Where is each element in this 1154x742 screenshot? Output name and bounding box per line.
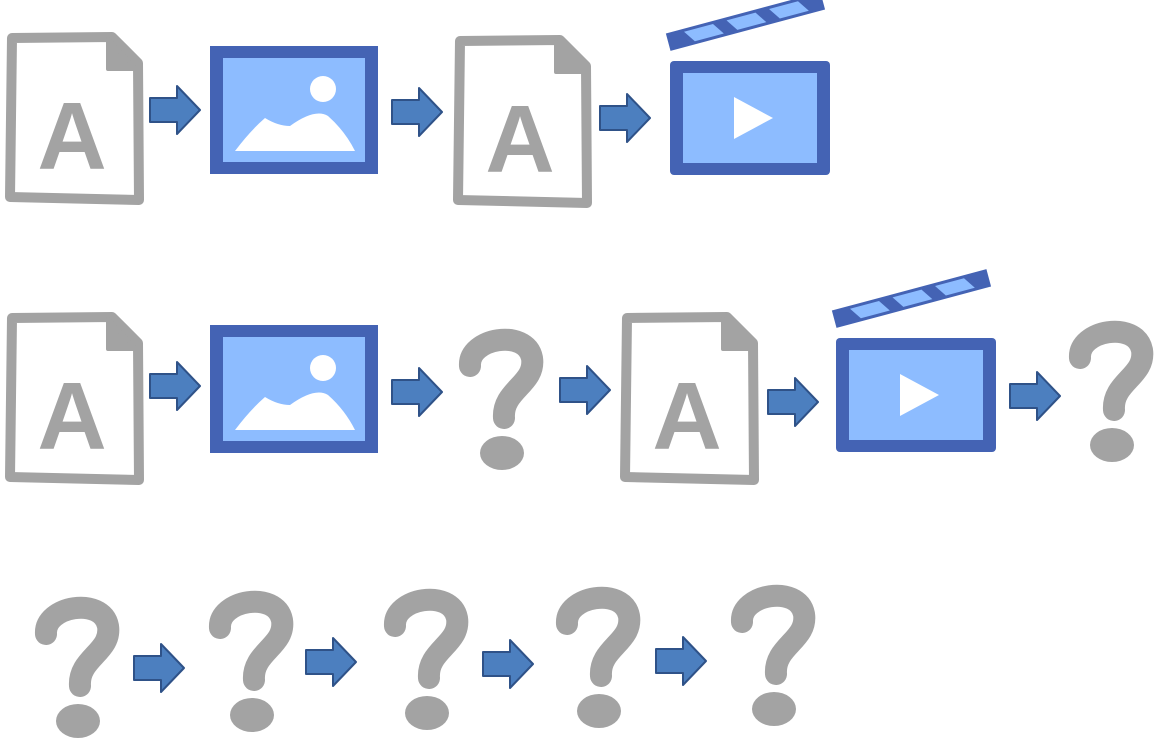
video-clapperboard-icon — [831, 269, 996, 452]
right-arrow-icon — [133, 643, 185, 693]
image-icon — [210, 46, 378, 174]
document-letter: A — [37, 83, 106, 190]
right-arrow-icon — [599, 93, 651, 143]
sequence-row-1: AA — [5, 0, 830, 208]
right-arrow-icon — [149, 85, 201, 135]
right-arrow-icon — [391, 367, 443, 417]
text-document-icon: A — [453, 35, 592, 208]
question-mark-icon — [35, 596, 120, 738]
right-arrow-icon — [391, 87, 443, 137]
right-arrow-icon — [655, 636, 707, 686]
question-mark-icon — [459, 328, 544, 470]
right-arrow-icon — [305, 637, 357, 687]
right-arrow-icon — [559, 365, 611, 415]
image-icon — [210, 325, 378, 453]
right-arrow-icon — [149, 361, 201, 411]
question-mark-icon — [731, 584, 816, 726]
text-document-icon: A — [620, 312, 759, 485]
question-mark-icon — [384, 588, 469, 730]
sequence-row-2: AA — [5, 269, 1154, 485]
document-letter: A — [37, 363, 106, 470]
right-arrow-icon — [482, 639, 534, 689]
right-arrow-icon — [767, 377, 819, 427]
document-letter: A — [652, 363, 721, 470]
question-mark-icon — [209, 590, 294, 732]
video-clapperboard-icon — [665, 0, 830, 175]
modality-sequence-diagram: A AA A — [5, 0, 1154, 738]
right-arrow-icon — [1009, 371, 1061, 421]
text-document-icon: A — [5, 32, 144, 205]
document-letter: A — [485, 86, 554, 193]
sequence-row-3 — [35, 584, 816, 738]
question-mark-icon — [1069, 320, 1154, 462]
question-mark-icon — [556, 586, 641, 728]
text-document-icon: A — [5, 312, 144, 485]
